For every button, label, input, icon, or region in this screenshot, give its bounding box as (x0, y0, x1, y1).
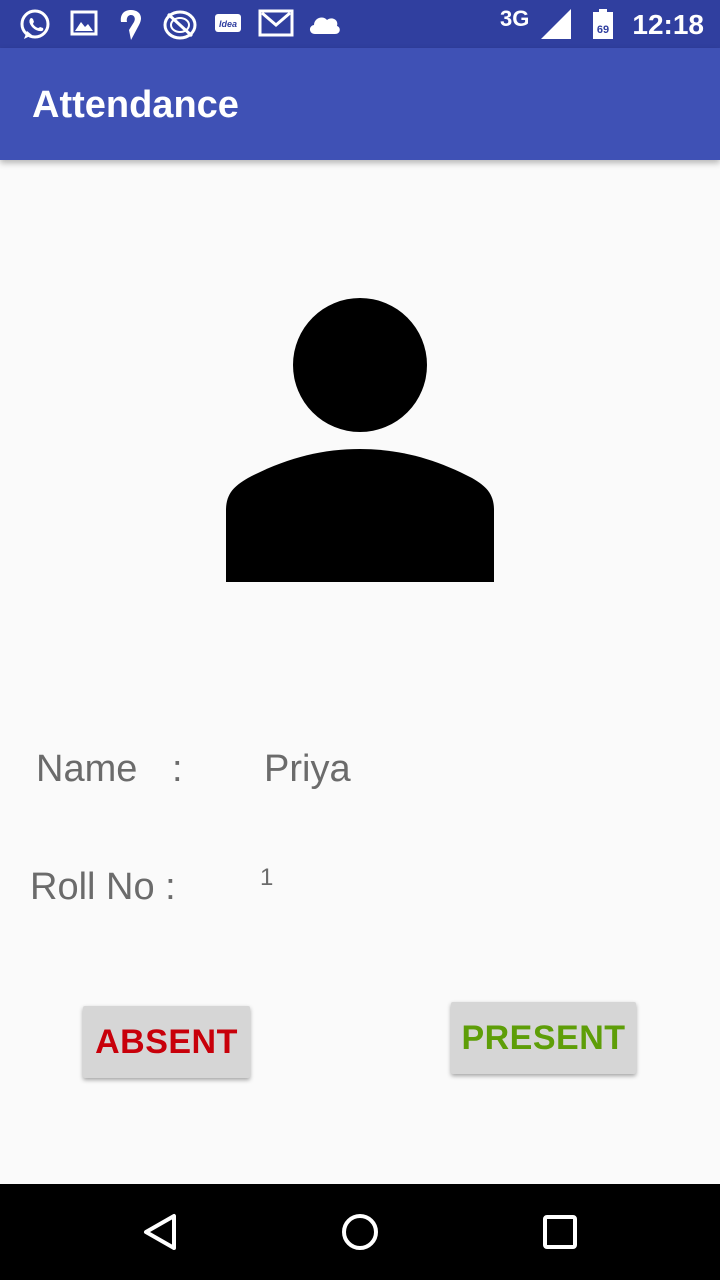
name-value: Priya (264, 748, 351, 790)
back-icon[interactable] (140, 1212, 180, 1252)
present-button[interactable]: PRESENT (451, 1002, 636, 1074)
gmail-icon (258, 9, 294, 37)
swiggy-icon (120, 10, 142, 40)
status-time: 12:18 (632, 9, 704, 40)
gallery-icon (70, 10, 98, 36)
whatsapp-icon (20, 9, 50, 39)
absent-button[interactable]: ABSENT (83, 1006, 250, 1078)
idea-text: Idea (219, 19, 237, 29)
battery-icon: 69 (593, 9, 613, 39)
app-title: Attendance (32, 84, 239, 126)
idea-icon: Idea (215, 14, 241, 32)
name-label: Name (36, 748, 138, 790)
network-type: 3G (500, 6, 530, 31)
navigation-bar (0, 1184, 720, 1280)
home-icon[interactable] (340, 1212, 380, 1252)
roll-no-label: Roll No : (30, 866, 176, 908)
roll-no-value: 1 (260, 864, 274, 891)
status-bar: Idea 3G 69 12:18 (0, 0, 720, 48)
signal-icon (541, 9, 571, 39)
person-icon (226, 298, 494, 582)
hotstar-icon (163, 10, 197, 40)
attendance-content: Name : Priya Roll No : 1 ABSENT PRESENT (0, 160, 720, 1184)
app-bar: Attendance (0, 48, 720, 160)
battery-level: 69 (597, 24, 609, 36)
name-colon: : (172, 748, 183, 790)
cloud-icon (309, 17, 340, 34)
recents-icon[interactable] (542, 1212, 578, 1252)
